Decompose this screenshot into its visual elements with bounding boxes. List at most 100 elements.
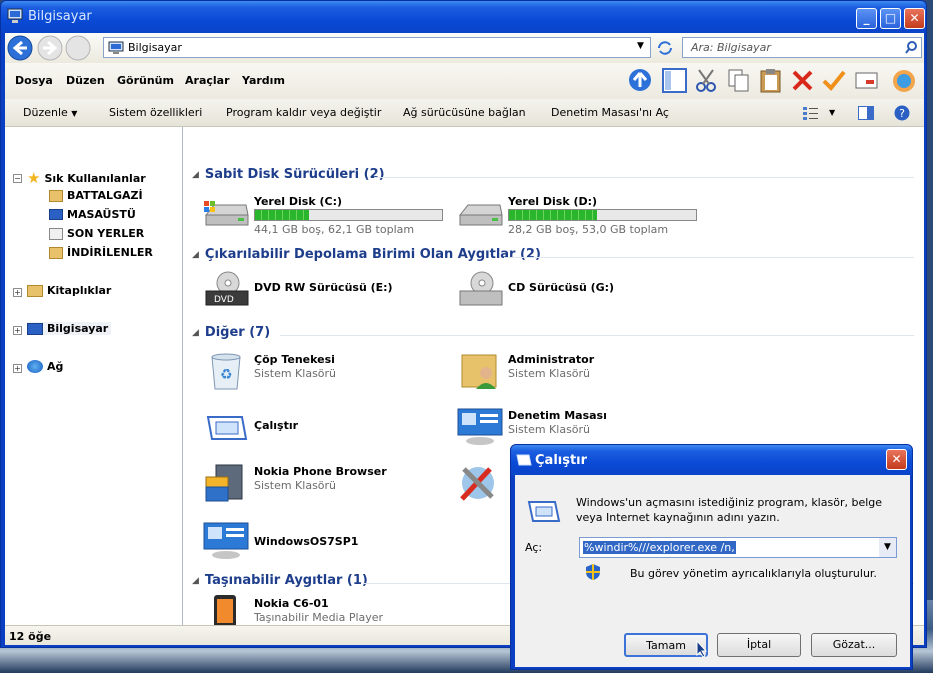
menu-help[interactable]: Yardım xyxy=(242,74,285,87)
item-name: Çöp Tenekesi xyxy=(254,353,335,366)
run-dialog-close-button[interactable]: ✕ xyxy=(886,449,907,470)
up-button[interactable] xyxy=(65,35,91,61)
group-header-other[interactable]: ◢ Diğer (7) xyxy=(192,325,270,340)
expand-libraries-toggle[interactable]: + xyxy=(13,288,22,297)
nav-libraries-label: Kitaplıklar xyxy=(47,284,112,297)
folders-pane-icon[interactable] xyxy=(661,67,688,94)
nav-computer[interactable]: Bilgisayar xyxy=(27,322,112,335)
drive-usage-fill xyxy=(255,210,310,220)
nav-libraries[interactable]: Kitaplıklar xyxy=(27,284,111,297)
run-command-input[interactable]: %windir%///explorer.exe /n, ▼ xyxy=(579,537,897,558)
browse-button[interactable]: Gözat... xyxy=(811,633,897,657)
other-item[interactable]: Çalıştır xyxy=(202,409,452,449)
organize-button[interactable]: Düzenle ▼ xyxy=(23,106,77,119)
search-icon[interactable] xyxy=(905,41,918,54)
shield-icon xyxy=(586,564,600,580)
other-item[interactable]: Denetim Masası Sistem Klasörü xyxy=(456,407,706,447)
drive-item[interactable]: Yerel Disk (D:) 28,2 GB boş, 53,0 GB top… xyxy=(456,193,706,236)
refresh-icon[interactable] xyxy=(656,39,674,57)
item-name: Nokia C6-01 xyxy=(254,597,329,610)
system-properties-button[interactable]: Sistem özellikleri xyxy=(109,106,202,119)
nav-fav-item-label: MASAÜSTÜ xyxy=(67,208,136,221)
open-label: Aç: xyxy=(525,541,543,554)
nav-fav-item[interactable]: MASAÜSTÜ xyxy=(49,208,136,221)
tools-icon xyxy=(460,467,494,501)
group-header-removable[interactable]: ◢ Çıkarılabilir Depolama Birimi Olan Aygı… xyxy=(192,247,541,262)
nav-fav-item[interactable]: İNDİRİLENLER xyxy=(49,246,153,259)
removable-name: CD Sürücüsü (G:) xyxy=(508,281,615,294)
removable-item[interactable]: CD Sürücüsü (G:) xyxy=(456,271,706,311)
group-title: Taşınabilir Aygıtlar (1) xyxy=(204,573,368,588)
drive-item[interactable]: Yerel Disk (C:) 44,1 GB boş, 62,1 GB top… xyxy=(202,193,452,236)
explorer-titlebar[interactable]: Bilgisayar _ □ ✕ xyxy=(1,1,926,33)
run-dialog-titlebar[interactable]: Çalıştır ✕ xyxy=(511,445,912,475)
navigation-pane: − ★ Sık Kullanılanlar BATTALGAZİ MASAÜST… xyxy=(5,127,183,625)
drive-usage-fill xyxy=(509,210,597,220)
checkmark-icon[interactable] xyxy=(820,67,847,94)
minimize-button[interactable]: _ xyxy=(856,8,877,29)
search-placeholder: Ara: Bilgisayar xyxy=(691,41,771,54)
menu-file[interactable]: Dosya xyxy=(15,74,53,87)
drive-usage-bar xyxy=(254,209,443,221)
preview-pane-icon[interactable] xyxy=(858,106,874,120)
removable-item[interactable]: DVD DVD RW Sürücüsü (E:) xyxy=(202,271,452,311)
item-count: 12 öğe xyxy=(9,630,52,643)
uninstall-program-button[interactable]: Program kaldır veya değiştir xyxy=(226,106,381,119)
star-icon: ★ xyxy=(27,169,41,187)
other-item[interactable]: Administrator Sistem Klasörü xyxy=(456,351,706,391)
cut-icon[interactable] xyxy=(693,67,720,94)
chevron-down-icon: ◢ xyxy=(192,327,199,338)
nav-favorites[interactable]: ★ Sık Kullanılanlar xyxy=(27,169,146,187)
up-folder-icon[interactable] xyxy=(627,67,654,94)
copy-icon[interactable] xyxy=(725,67,752,94)
menu-view[interactable]: Görünüm xyxy=(117,74,174,87)
delete-icon[interactable] xyxy=(789,67,816,94)
maximize-button[interactable]: □ xyxy=(880,8,901,29)
close-button[interactable]: ✕ xyxy=(904,8,925,29)
chevron-down-icon: ◢ xyxy=(192,249,199,260)
item-name: Nokia Phone Browser xyxy=(254,465,387,478)
address-bar: Bilgisayar ▼ Ara: Bilgisayar xyxy=(5,33,924,63)
dvd-drive-icon: DVD xyxy=(205,271,249,306)
chevron-down-icon[interactable]: ▼ xyxy=(637,41,644,51)
map-network-drive-button[interactable]: Ağ sürücüsüne bağlan xyxy=(403,106,526,119)
paste-icon[interactable] xyxy=(757,67,784,94)
group-header-portable[interactable]: ◢ Taşınabilir Aygıtlar (1) xyxy=(192,573,368,588)
nav-favorites-label: Sık Kullanılanlar xyxy=(44,171,146,185)
views-icon[interactable] xyxy=(803,106,819,120)
recent-places-icon xyxy=(49,227,63,240)
item-name: Çalıştır xyxy=(254,419,299,432)
run-icon xyxy=(527,501,561,522)
other-item[interactable]: Nokia Phone Browser Sistem Klasörü xyxy=(202,463,452,503)
open-control-panel-button[interactable]: Denetim Masası'nı Aç xyxy=(551,106,669,119)
collapse-favorites-toggle[interactable]: − xyxy=(13,174,22,183)
computer-icon xyxy=(27,322,43,335)
address-field[interactable]: Bilgisayar ▼ xyxy=(103,37,651,58)
group-header-hdd[interactable]: ◢ Sabit Disk Sürücüleri (2) xyxy=(192,167,385,182)
help-icon[interactable]: ? xyxy=(894,105,910,121)
group-title: Çıkarılabilir Depolama Birimi Olan Aygıt… xyxy=(204,247,541,262)
cancel-button[interactable]: İptal xyxy=(717,633,801,657)
item-name: Administrator xyxy=(508,353,595,366)
chevron-down-icon[interactable]: ▼ xyxy=(829,108,835,117)
menu-edit[interactable]: Düzen xyxy=(66,74,105,87)
back-button[interactable] xyxy=(7,35,33,61)
expand-network-toggle[interactable]: + xyxy=(13,364,22,373)
forward-button[interactable] xyxy=(37,35,63,61)
item-sub: Taşınabilir Media Player xyxy=(254,611,384,624)
item-sub: Sistem Klasörü xyxy=(508,423,591,436)
nav-network[interactable]: Ağ xyxy=(27,360,63,373)
shell-icon[interactable] xyxy=(891,67,918,94)
chevron-down-icon[interactable]: ▼ xyxy=(879,538,896,557)
expand-computer-toggle[interactable]: + xyxy=(13,326,22,335)
menu-tools[interactable]: Araçlar xyxy=(185,74,230,87)
search-input[interactable]: Ara: Bilgisayar xyxy=(682,37,922,58)
drive-usage-bar xyxy=(508,209,697,221)
other-item[interactable]: WindowsOS7SP1 xyxy=(202,521,452,561)
chevron-down-icon: ◢ xyxy=(192,169,199,180)
other-item[interactable]: ♻ Çöp Tenekesi Sistem Klasörü xyxy=(202,351,452,391)
command-bar: Düzenle ▼ Sistem özellikleri Program kal… xyxy=(5,99,924,127)
nav-fav-item[interactable]: SON YERLER xyxy=(49,227,144,240)
properties-icon[interactable] xyxy=(853,67,880,94)
nav-fav-item[interactable]: BATTALGAZİ xyxy=(49,189,143,202)
